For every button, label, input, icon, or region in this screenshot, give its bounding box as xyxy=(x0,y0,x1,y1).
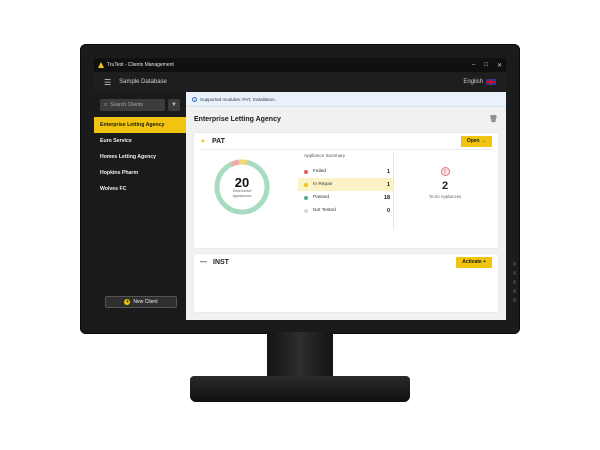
client-item-enterprise-letting-agency[interactable]: Enterprise Letting Agency xyxy=(94,117,186,133)
summary-row-failed[interactable]: Failed 1 xyxy=(298,165,394,178)
collapse-icon[interactable]: — xyxy=(200,259,207,266)
chevron-up-icon[interactable]: ▲ xyxy=(200,138,206,144)
open-button[interactable]: Open → xyxy=(460,135,492,147)
filter-icon: ▼ xyxy=(171,102,177,108)
uk-flag-icon xyxy=(486,79,496,85)
activate-button[interactable]: Activate + xyxy=(456,256,492,268)
info-banner: i Supported modules: PAT, Installation. xyxy=(186,92,506,107)
total-appliances-label: Total Active Appliances xyxy=(232,189,252,198)
status-dot xyxy=(304,169,308,174)
arrow-right-icon: → xyxy=(479,138,486,144)
search-clients-input[interactable] xyxy=(110,102,161,108)
new-client-button[interactable]: + New Client xyxy=(105,296,177,308)
client-item-euro-service[interactable]: Euro Service xyxy=(94,133,186,149)
summary-label: Failed xyxy=(313,169,327,174)
summary-row-in-repair[interactable]: In Repair 1 xyxy=(298,178,394,191)
search-icon: ⌕ xyxy=(104,101,108,108)
window-title: TruTest - Clients Management xyxy=(107,62,174,68)
new-client-label: New Client xyxy=(133,299,158,305)
client-item-hopkins-pharm[interactable]: Hopkins Pharm xyxy=(94,165,186,181)
monitor-buttons xyxy=(511,262,517,314)
client-title: Enterprise Letting Agency xyxy=(194,115,281,123)
app-logo-icon xyxy=(98,62,104,68)
minimize-icon[interactable]: – xyxy=(472,62,475,69)
pat-module: ▲ PAT Open → 20 Total Active Appliances xyxy=(194,133,498,248)
summary-value: 1 xyxy=(387,168,390,175)
todo-count: 2 xyxy=(441,180,449,192)
trash-icon[interactable]: 🗑 xyxy=(489,115,498,123)
sidebar: ⌕ ▼ Enterprise Letting Agency Euro Servi… xyxy=(94,92,186,320)
summary-label: Passed xyxy=(313,195,329,200)
plus-icon: + xyxy=(481,259,486,265)
summary-value: 18 xyxy=(384,194,390,201)
summary-label: In Repair xyxy=(313,182,333,187)
open-label: Open xyxy=(466,138,480,144)
client-header: Enterprise Letting Agency 🗑 xyxy=(186,107,506,131)
search-clients-box: ⌕ xyxy=(100,99,165,111)
hamburger-menu-icon[interactable]: ☰ xyxy=(104,78,111,87)
close-icon[interactable]: ✕ xyxy=(497,62,502,69)
filter-button[interactable]: ▼ xyxy=(168,99,180,111)
status-dot xyxy=(304,182,308,187)
screen: TruTest - Clients Management – □ ✕ ☰ Sam… xyxy=(94,58,506,320)
plus-icon: + xyxy=(124,299,131,305)
status-dot xyxy=(304,208,308,213)
summary-value: 0 xyxy=(387,207,390,214)
pat-title: PAT xyxy=(211,137,225,145)
summary-title: Appliance Summary xyxy=(304,153,346,158)
database-name: Sample Database xyxy=(119,79,167,85)
summary-value: 1 xyxy=(387,181,390,188)
activate-label: Activate xyxy=(462,259,482,265)
menu-bar: ☰ Sample Database English xyxy=(94,72,506,92)
main-panel: i Supported modules: PAT, Installation. … xyxy=(186,92,506,320)
client-item-wolves-fc[interactable]: Wolves FC xyxy=(94,181,186,197)
title-bar: TruTest - Clients Management – □ ✕ xyxy=(94,58,506,72)
status-dot xyxy=(304,195,308,200)
todo-appliances[interactable]: ! 2 To Do Appliances xyxy=(420,167,470,199)
maximize-icon[interactable]: □ xyxy=(484,62,488,69)
monitor-neck xyxy=(267,332,333,380)
language-selector[interactable]: English xyxy=(463,79,496,85)
client-item-homes-letting-agency[interactable]: Homes Letting Agency xyxy=(94,149,186,165)
info-icon: i xyxy=(192,96,197,102)
appliance-summary: Appliance Summary Failed 1 In Repair 1 P… xyxy=(298,153,394,233)
todo-label: To Do Appliances xyxy=(428,194,462,199)
inst-title: INST xyxy=(213,258,229,266)
alert-icon: ! xyxy=(440,167,450,176)
monitor-stand xyxy=(190,376,410,402)
summary-row-passed[interactable]: Passed 18 xyxy=(298,191,394,204)
language-label: English xyxy=(463,79,483,85)
total-appliances-count: 20 xyxy=(234,175,250,190)
inst-module: — INST Activate + xyxy=(194,254,498,312)
info-text: Supported modules: PAT, Installation. xyxy=(200,96,276,102)
summary-row-not-tested[interactable]: Not Tested 0 xyxy=(298,204,394,217)
summary-label: Not Tested xyxy=(313,208,336,213)
